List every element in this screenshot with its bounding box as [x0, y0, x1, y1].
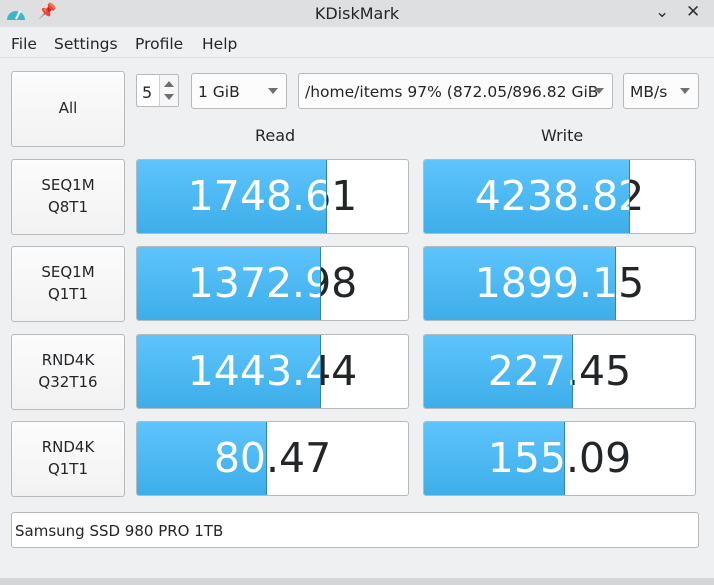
test-button[interactable]: SEQ1M Q1T1: [11, 246, 125, 322]
size-combo[interactable]: 1 GiB: [191, 73, 287, 109]
kdiskmark-window: 📌 KDiskMark ⌄ ✕ File Settings Profile He…: [0, 0, 714, 578]
title-bar: 📌 KDiskMark ⌄ ✕: [0, 0, 714, 27]
read-progress-fill: 80.47: [137, 422, 267, 495]
unit-combo[interactable]: MB/s: [623, 73, 699, 109]
loops-spinbox[interactable]: 5: [136, 74, 179, 107]
read-header: Read: [255, 126, 295, 145]
menu-settings[interactable]: Settings: [54, 35, 118, 53]
close-icon[interactable]: ✕: [686, 2, 700, 22]
read-result-value-overlay: 1443.44: [137, 335, 321, 408]
read-progress-fill: 1748.61: [137, 160, 327, 233]
test-button[interactable]: SEQ1M Q8T1: [11, 159, 125, 235]
menu-file[interactable]: File: [11, 35, 37, 53]
write-progress-fill: 1899.15: [424, 247, 616, 320]
read-result-bar: 80.47 80.47: [136, 421, 409, 496]
write-result-bar: 1899.15 1899.15: [423, 246, 696, 321]
size-value: 1 GiB: [198, 83, 240, 101]
write-progress-fill: 155.09: [424, 422, 565, 495]
write-progress-fill: 4238.82: [424, 160, 630, 233]
write-result-bar: 4238.82 4238.82: [423, 159, 696, 234]
spin-down-icon[interactable]: [164, 94, 174, 100]
write-result-bar: 155.09 155.09: [423, 421, 696, 496]
write-header: Write: [541, 126, 583, 145]
minimize-chevron-icon[interactable]: ⌄: [655, 2, 669, 22]
test-button[interactable]: RND4K Q1T1: [11, 421, 125, 497]
write-result-value-overlay: 1899.15: [424, 247, 616, 320]
menu-help[interactable]: Help: [202, 35, 237, 53]
write-result-value-overlay: 227.45: [424, 335, 573, 408]
read-progress-fill: 1443.44: [137, 335, 321, 408]
target-combo[interactable]: /home/items 97% (872.05/896.82 GiB: [298, 73, 613, 109]
read-result-bar: 1443.44 1443.44: [136, 334, 409, 409]
target-value: /home/items 97% (872.05/896.82 GiB: [305, 83, 598, 101]
write-result-value-overlay: 155.09: [424, 422, 565, 495]
chevron-down-icon: [268, 88, 278, 94]
chevron-down-icon: [680, 88, 690, 94]
menu-bar: File Settings Profile Help: [0, 27, 714, 58]
device-info-field[interactable]: Samsung SSD 980 PRO 1TB: [11, 512, 699, 548]
run-all-button[interactable]: All: [11, 71, 125, 147]
write-progress-fill: 227.45: [424, 335, 573, 408]
window-title: KDiskMark: [0, 4, 714, 23]
write-result-bar: 227.45 227.45: [423, 334, 696, 409]
loops-value: 5: [142, 83, 152, 102]
read-result-value-overlay: 1748.61: [137, 160, 327, 233]
chevron-down-icon: [594, 88, 604, 94]
read-progress-fill: 1372.98: [137, 247, 321, 320]
read-result-value-overlay: 1372.98: [137, 247, 321, 320]
menu-profile[interactable]: Profile: [135, 35, 183, 53]
write-result-value-overlay: 4238.82: [424, 160, 630, 233]
unit-value: MB/s: [630, 83, 667, 101]
read-result-value-overlay: 80.47: [137, 422, 267, 495]
read-result-bar: 1748.61 1748.61: [136, 159, 409, 234]
read-result-bar: 1372.98 1372.98: [136, 246, 409, 321]
spin-up-icon[interactable]: [164, 81, 174, 87]
test-button[interactable]: RND4K Q32T16: [11, 334, 125, 410]
